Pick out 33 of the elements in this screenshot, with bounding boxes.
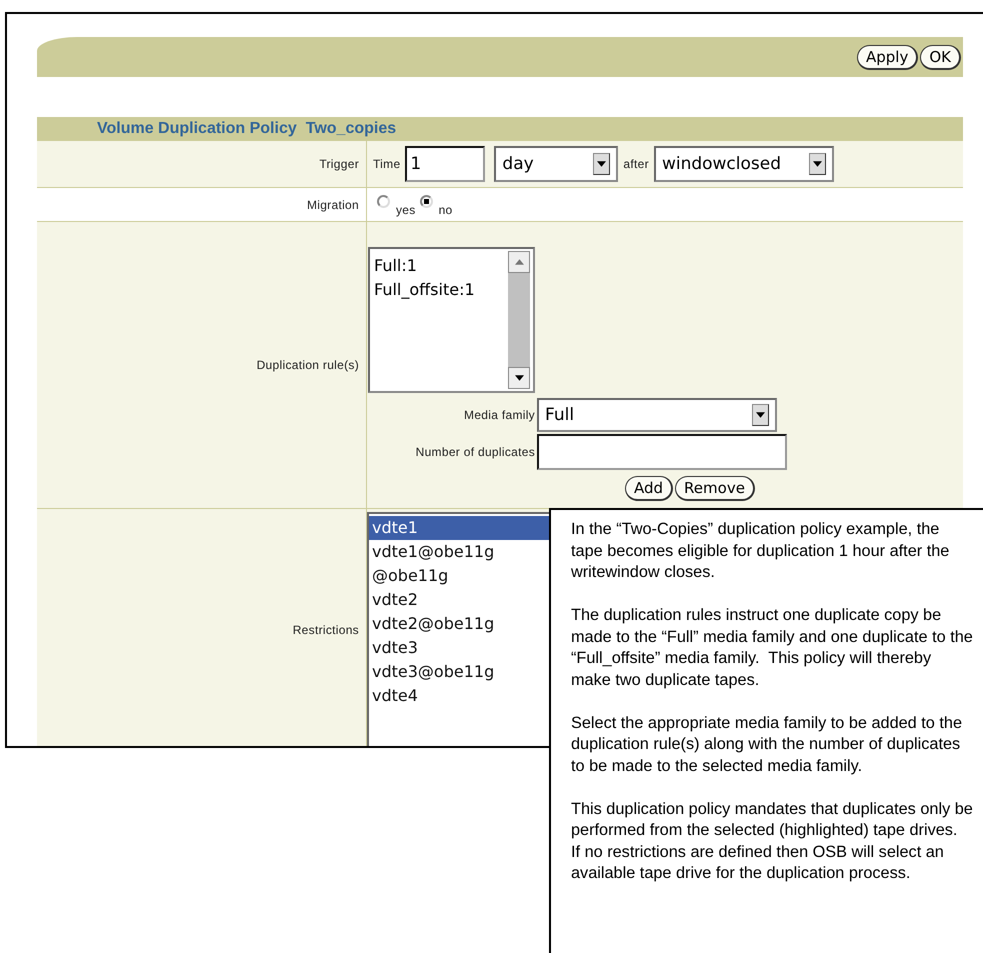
form-title: Volume Duplication Policy: [97, 120, 297, 138]
field-label: Trigger: [319, 157, 359, 171]
toolbar-button[interactable]: Apply: [856, 44, 918, 70]
field-label: Migration: [306, 198, 359, 212]
rule-button[interactable]: Add: [625, 476, 674, 501]
field-label: Time: [373, 157, 400, 171]
scrollbar[interactable]: [508, 251, 530, 389]
time-field[interactable]: 1: [405, 146, 486, 182]
note-tooltip: In the “Two-Copies” duplication policy example, the tape becomes eligible for duplication 1 hour after the writewindow closes. The duplication rules instruct one duplicate copy be made to the “Full” media family and one duplicate to the “Full_offsite” media family. This policy will thereby make two duplicate tapes. Select the appropriate media family to be added to the duplication rule(s) along with the number of duplicates to be made to the selected media family. This duplication policy mandates that duplicates only be performed from the selected (highlighted) tape drives. If no restrictions are defined then OSB will select an available tape drive for the duplication process.: [549, 508, 983, 953]
field-label: Restrictions: [292, 623, 359, 637]
dropdown[interactable]: Full: [537, 398, 777, 432]
caret-icon: [756, 412, 765, 418]
field-label: Media family: [463, 408, 536, 422]
rules-list[interactable]: Full:1 Full_offsite:1: [368, 247, 535, 393]
scroll-down-icon: [514, 375, 524, 381]
rule-button[interactable]: Remove: [675, 476, 755, 501]
radio-label: yes: [396, 202, 416, 216]
scroll-up-icon: [514, 259, 524, 265]
number-field[interactable]: [537, 434, 787, 470]
field-label: Number of duplicates: [414, 445, 536, 459]
list-item[interactable]: Full_offsite:1: [374, 278, 504, 302]
field-label: after: [623, 157, 649, 171]
radio-label: no: [438, 202, 453, 216]
caret-icon: [597, 161, 606, 167]
radio-button[interactable]: [377, 195, 390, 208]
radio-button[interactable]: [420, 195, 433, 208]
toolbar-button[interactable]: OK: [920, 44, 961, 70]
list-item[interactable]: Full:1: [374, 254, 504, 278]
policy-name: Two_copies: [306, 120, 396, 138]
field-label: Duplication rule(s): [256, 358, 359, 372]
caret-icon: [812, 161, 822, 167]
dropdown[interactable]: windowclosed: [654, 146, 834, 182]
dropdown[interactable]: day: [494, 146, 618, 182]
